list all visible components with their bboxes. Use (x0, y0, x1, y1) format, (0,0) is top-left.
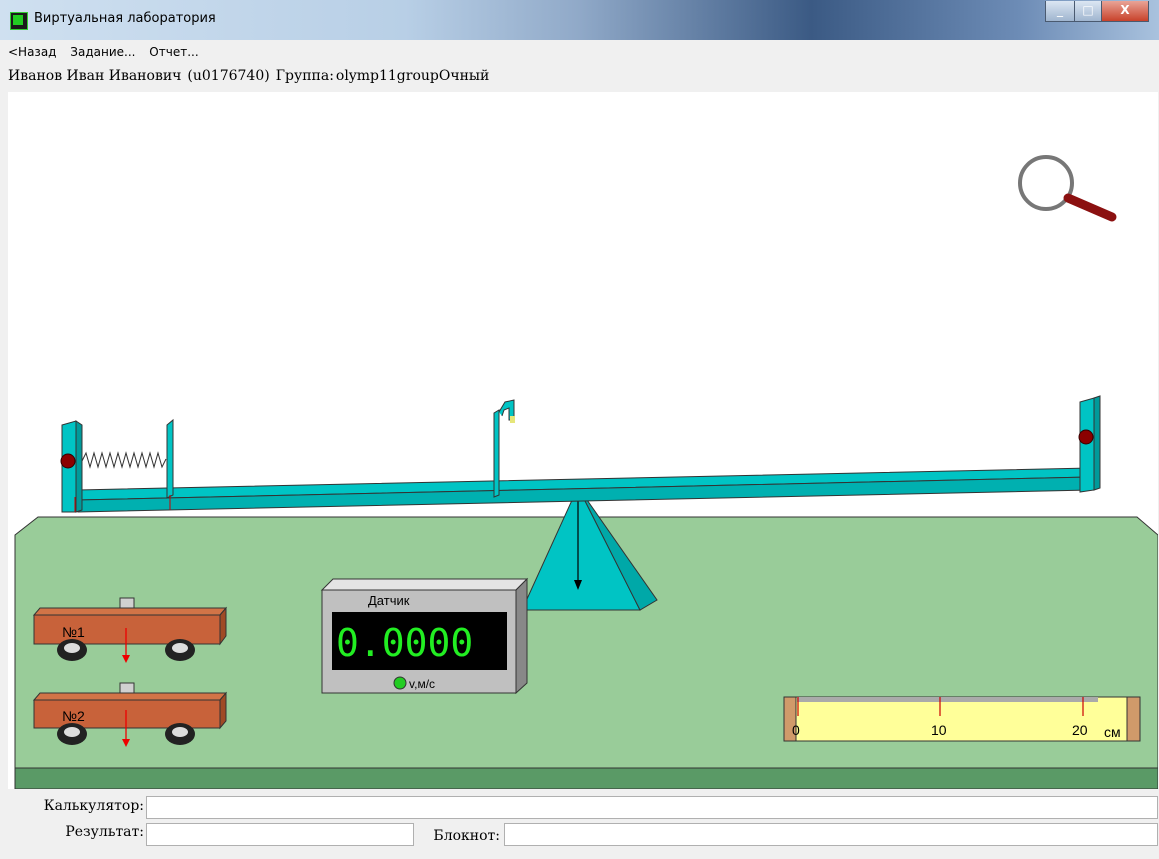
lab-canvas: №1 №2 Датчик 0.0000 v,м/с 0 10 20 см (8, 92, 1158, 789)
sensor-value: 0.0000 (336, 621, 473, 665)
user-name: Иванов Иван Иванович (8, 68, 182, 84)
spring (81, 451, 167, 469)
menu-bar: <Назад Задание... Отчет... (8, 45, 209, 59)
cart-1-label: №1 (62, 624, 85, 640)
ruler-tick-10: 10 (931, 722, 947, 738)
cart-2-label: №2 (62, 708, 85, 724)
user-info: Иванов Иван Иванович (u0176740) Группа: oly… (8, 68, 495, 84)
ruler-tick-0: 0 (792, 722, 800, 738)
magnifier-icon[interactable] (1018, 155, 1117, 222)
group-label: Группа: (275, 68, 334, 84)
ball-right[interactable] (1078, 429, 1094, 445)
ball-left[interactable] (60, 453, 76, 469)
calculator-label: Калькулятор: (43, 798, 144, 814)
result-field[interactable] (146, 823, 414, 846)
group-name: olymp11groupОчный (335, 68, 490, 84)
app-icon (10, 12, 28, 30)
minimize-button[interactable]: _ (1045, 1, 1075, 22)
sensor-unit: v,м/с (409, 677, 435, 691)
window-title: Виртуальная лаборатория (34, 11, 216, 26)
result-label: Результат: (65, 824, 144, 840)
ruler-tick-20: 20 (1072, 722, 1088, 738)
ruler-unit: см (1104, 724, 1121, 740)
calculator-input[interactable] (146, 796, 1158, 819)
menu-back[interactable]: <Назад (8, 45, 56, 59)
user-id: (u0176740) (187, 68, 270, 84)
menu-report[interactable]: Отчет... (149, 45, 198, 59)
sensor-indicator[interactable] (393, 676, 407, 690)
maximize-button[interactable]: □ (1074, 1, 1102, 22)
bottom-panel: Калькулятор: Результат: Блокнот: (8, 790, 1158, 859)
title-bar: Виртуальная лаборатория _ □ X (0, 0, 1159, 40)
lab-scene: №1 №2 Датчик 0.0000 v,м/с 0 10 20 см (14, 155, 1158, 789)
menu-task[interactable]: Задание... (70, 45, 135, 59)
sensor-title: Датчик (368, 593, 410, 608)
close-button[interactable]: X (1101, 1, 1149, 22)
notepad-label: Блокнот: (433, 828, 500, 844)
notepad-input[interactable] (504, 823, 1158, 846)
lever-beam[interactable] (61, 395, 1101, 513)
